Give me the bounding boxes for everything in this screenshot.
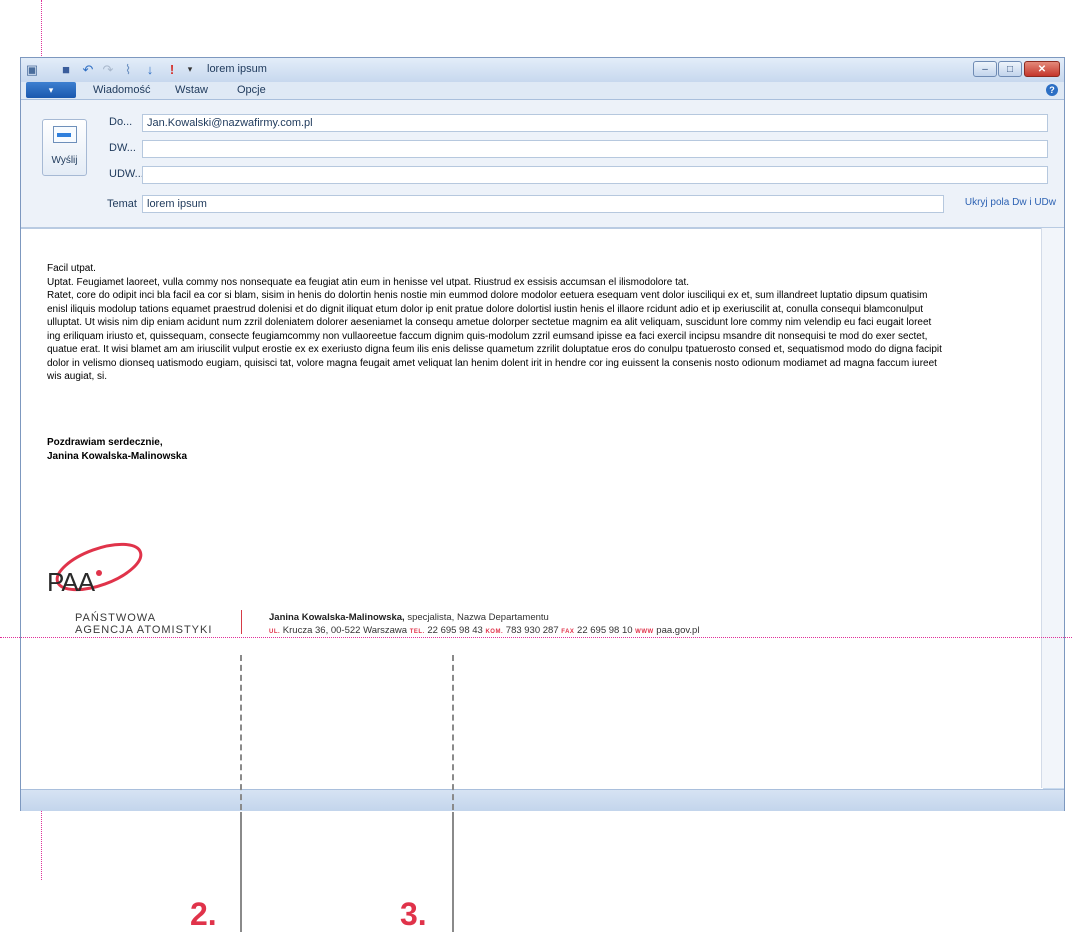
address: Krucza 36, 00-522 Warszawa — [280, 625, 410, 636]
minimize-button[interactable]: – — [973, 61, 997, 77]
message-header: Wyślij Do... Jan.Kowalski@nazwafirmy.com… — [21, 100, 1064, 228]
kom: 783 930 287 — [503, 625, 562, 636]
signature-role: specjalista, Nazwa Departamentu — [404, 612, 549, 623]
bcc-field[interactable] — [142, 166, 1048, 184]
agency-name: PAŃSTWOWA AGENCJA ATOMISTYKI — [75, 612, 212, 636]
send-label: Wyślij — [51, 155, 78, 166]
save-icon[interactable]: ■ — [59, 62, 73, 77]
callout-3-line — [452, 812, 454, 932]
closing-line: Pozdrawiam serdecznie, — [47, 437, 163, 448]
vertical-scrollbar[interactable] — [1041, 228, 1064, 788]
bcc-button[interactable]: UDW... — [109, 168, 144, 180]
maximize-button[interactable]: □ — [998, 61, 1022, 77]
low-importance-icon[interactable]: ↓ — [143, 62, 157, 77]
attach-icon[interactable]: ⌇ — [121, 62, 135, 77]
tab-opcje[interactable]: Opcje — [237, 84, 266, 96]
app-icon[interactable]: ▣ — [25, 62, 39, 77]
kom-label: KOM. — [485, 629, 504, 635]
hide-cc-bcc-link[interactable]: Ukryj pola Dw i UDw — [965, 197, 1056, 208]
help-icon[interactable]: ? — [1046, 84, 1058, 96]
email-compose-window: ▣ ■ ↶ ↷ ⌇ ↓ ! ▾ lorem ipsum – □ ✕ ▾ Wiad… — [20, 57, 1065, 811]
body-paragraph: Facil utpat. — [47, 263, 96, 274]
to-button[interactable]: Do... — [109, 116, 132, 128]
body-paragraph: Ratet, core do odipit inci bla facil ea … — [47, 290, 942, 382]
window-title: lorem ipsum — [207, 63, 267, 75]
fax-label: FAX — [561, 629, 575, 635]
paa-logo: PAA — [47, 542, 143, 597]
signature-name-line: Janina Kowalska-Malinowska, specjalista,… — [269, 612, 549, 623]
signature-contact-line: UL. Krucza 36, 00-522 Warszawa TEL. 22 6… — [269, 625, 699, 636]
agency-line-1: PAŃSTWOWA — [75, 612, 157, 624]
address-label: UL. — [269, 629, 281, 635]
callout-2-line — [240, 812, 242, 932]
undo-icon[interactable]: ↶ — [81, 62, 95, 77]
high-importance-icon[interactable]: ! — [165, 62, 179, 77]
to-field[interactable]: Jan.Kowalski@nazwafirmy.com.pl — [142, 114, 1048, 132]
callout-3-dashed-line — [452, 655, 454, 810]
send-icon — [53, 126, 77, 143]
logo-text: PAA — [47, 567, 96, 597]
tel: 22 695 98 43 — [424, 625, 486, 636]
close-button[interactable]: ✕ — [1024, 61, 1060, 77]
message-body[interactable]: Facil utpat. Uptat. Feugiamet laoreet, v… — [21, 228, 1043, 789]
sender-name: Janina Kowalska-Malinowska — [47, 450, 188, 462]
callout-2-label: 2. — [190, 896, 217, 932]
cc-button[interactable]: DW... — [109, 142, 136, 154]
www: paa.gov.pl — [653, 625, 700, 636]
www-label: WWW — [635, 629, 654, 635]
title-bar: ▣ ■ ↶ ↷ ⌇ ↓ ! ▾ lorem ipsum – □ ✕ — [21, 58, 1064, 82]
tab-wiadomosc[interactable]: Wiadomość — [93, 84, 150, 96]
subject-field[interactable]: lorem ipsum — [142, 195, 944, 213]
horizontal-guide-line — [0, 637, 1072, 638]
callout-3-label: 3. — [400, 896, 427, 932]
send-button[interactable]: Wyślij — [42, 119, 87, 176]
ribbon-tabs: ▾ Wiadomość Wstaw Opcje ? — [21, 82, 1064, 100]
office-button[interactable]: ▾ — [26, 82, 76, 98]
subject-label: Temat — [107, 198, 137, 210]
tab-wstaw[interactable]: Wstaw — [175, 84, 208, 96]
agency-line-2: AGENCJA ATOMISTYKI — [75, 624, 213, 636]
signature-name: Janina Kowalska-Malinowska, — [269, 612, 405, 623]
status-bar — [21, 789, 1064, 811]
cc-field[interactable] — [142, 140, 1048, 158]
fax: 22 695 98 10 — [574, 625, 636, 636]
tel-label: TEL. — [409, 629, 425, 635]
body-paragraph: Uptat. Feugiamet laoreet, vulla commy no… — [47, 276, 689, 288]
closing: Pozdrawiam serdecznie, Janina Kowalska-M… — [47, 436, 187, 463]
callout-2-dashed-line — [240, 655, 242, 810]
body-text: Facil utpat. Uptat. Feugiamet laoreet, v… — [47, 262, 947, 384]
signature-divider — [241, 610, 242, 634]
redo-icon[interactable]: ↷ — [101, 62, 115, 77]
customize-toolbar-icon[interactable]: ▾ — [183, 62, 197, 77]
